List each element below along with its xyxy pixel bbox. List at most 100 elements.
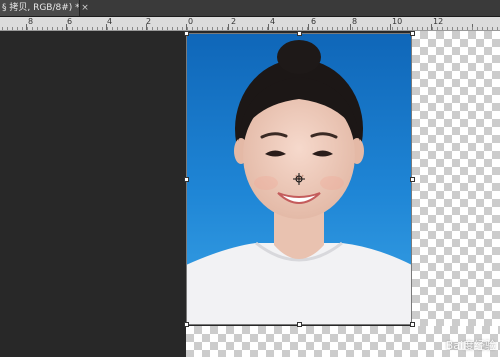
transform-handle-left[interactable] [184, 177, 189, 182]
ruler-minor-tick [227, 27, 228, 30]
ruler-minor-tick [262, 27, 263, 30]
transform-handle-bottom-left[interactable] [184, 322, 189, 327]
ruler-label: 0 [188, 17, 194, 26]
ruler-minor-tick [392, 27, 393, 30]
ruler-minor-tick [242, 27, 243, 30]
ruler-minor-tick [257, 27, 258, 30]
ruler-minor-tick [167, 27, 168, 30]
ruler-minor-tick [17, 27, 18, 30]
ruler-minor-tick [297, 27, 298, 30]
ruler-minor-tick [117, 27, 118, 30]
transform-handle-bottom[interactable] [297, 322, 302, 327]
ruler-minor-tick [447, 27, 448, 30]
ruler-major-tick [350, 24, 351, 30]
ruler-minor-tick [407, 27, 408, 30]
ruler-label: 2 [231, 17, 237, 26]
ruler-minor-tick [97, 27, 98, 30]
ruler-minor-tick [172, 27, 173, 30]
ruler-minor-tick [72, 27, 73, 30]
ruler-label: 12 [433, 17, 444, 26]
ruler-label: 8 [28, 17, 34, 26]
ruler-minor-tick [347, 27, 348, 30]
ruler-minor-tick [382, 27, 383, 30]
ruler-minor-tick [207, 27, 208, 30]
transform-handle-top-left[interactable] [184, 31, 189, 36]
ruler-minor-tick [417, 27, 418, 30]
ruler-minor-tick [497, 27, 498, 30]
document-tab[interactable]: § 拷贝, RGB/8#) * [0, 0, 80, 16]
ruler-minor-tick [352, 27, 353, 30]
ruler-minor-tick [337, 27, 338, 30]
watermark: Bai度经验 [445, 339, 496, 352]
ruler-minor-tick [482, 27, 483, 30]
horizontal-ruler[interactable]: 8 6 4 2 0 2 4 6 8 10 12 [0, 17, 500, 31]
ruler-minor-tick [102, 27, 103, 30]
ruler-minor-tick [87, 27, 88, 30]
ruler-minor-tick [22, 27, 23, 30]
ruler-minor-tick [2, 27, 3, 30]
ruler-minor-tick [222, 27, 223, 30]
ruler-minor-tick [192, 27, 193, 30]
ruler-minor-tick [442, 27, 443, 30]
ruler-major-tick [308, 24, 309, 30]
ruler-label: 4 [107, 17, 113, 26]
ruler-minor-tick [357, 27, 358, 30]
ruler-minor-tick [107, 27, 108, 30]
close-icon[interactable]: × [80, 0, 90, 16]
transform-handle-right[interactable] [410, 177, 415, 182]
ruler-minor-tick [197, 27, 198, 30]
ruler-minor-tick [397, 27, 398, 30]
ruler-minor-tick [377, 27, 378, 30]
ruler-major-tick [268, 24, 269, 30]
ruler-minor-tick [187, 27, 188, 30]
ruler-minor-tick [317, 27, 318, 30]
portrait-photo-layer[interactable] [186, 33, 412, 325]
ruler-minor-tick [272, 27, 273, 30]
ruler-minor-tick [127, 27, 128, 30]
ruler-minor-tick [217, 27, 218, 30]
ruler-minor-tick [412, 27, 413, 30]
ruler-minor-tick [277, 27, 278, 30]
ruler-minor-tick [162, 27, 163, 30]
ruler-minor-tick [387, 27, 388, 30]
ruler-minor-tick [287, 27, 288, 30]
ruler-label: 10 [392, 17, 403, 26]
ruler-minor-tick [427, 27, 428, 30]
ruler-minor-tick [432, 27, 433, 30]
ruler-major-tick [390, 24, 391, 30]
transform-handle-top[interactable] [297, 31, 302, 36]
ruler-minor-tick [177, 27, 178, 30]
ruler-minor-tick [457, 27, 458, 30]
ruler-minor-tick [147, 27, 148, 30]
ruler-label: 6 [311, 17, 317, 26]
ruler-minor-tick [332, 27, 333, 30]
ruler-minor-tick [77, 27, 78, 30]
ruler-minor-tick [282, 27, 283, 30]
portrait-image [186, 33, 412, 325]
ruler-minor-tick [202, 27, 203, 30]
ruler-minor-tick [247, 27, 248, 30]
document-tab-bar: § 拷贝, RGB/8#) * × [0, 0, 500, 17]
ruler-minor-tick [437, 27, 438, 30]
ruler-minor-tick [237, 27, 238, 30]
ruler-minor-tick [82, 27, 83, 30]
ruler-minor-tick [422, 27, 423, 30]
ruler-minor-tick [57, 27, 58, 30]
ruler-minor-tick [52, 27, 53, 30]
ruler-minor-tick [322, 27, 323, 30]
ruler-minor-tick [252, 27, 253, 30]
ruler-minor-tick [152, 27, 153, 30]
ruler-minor-tick [302, 27, 303, 30]
transform-handle-top-right[interactable] [410, 31, 415, 36]
transform-handle-bottom-right[interactable] [410, 322, 415, 327]
ruler-minor-tick [487, 27, 488, 30]
ruler-minor-tick [232, 27, 233, 30]
ruler-minor-tick [137, 27, 138, 30]
ruler-minor-tick [12, 27, 13, 30]
ruler-minor-tick [32, 27, 33, 30]
ruler-minor-tick [62, 27, 63, 30]
ruler-minor-tick [312, 27, 313, 30]
ruler-minor-tick [27, 27, 28, 30]
ruler-minor-tick [327, 27, 328, 30]
ruler-minor-tick [92, 27, 93, 30]
